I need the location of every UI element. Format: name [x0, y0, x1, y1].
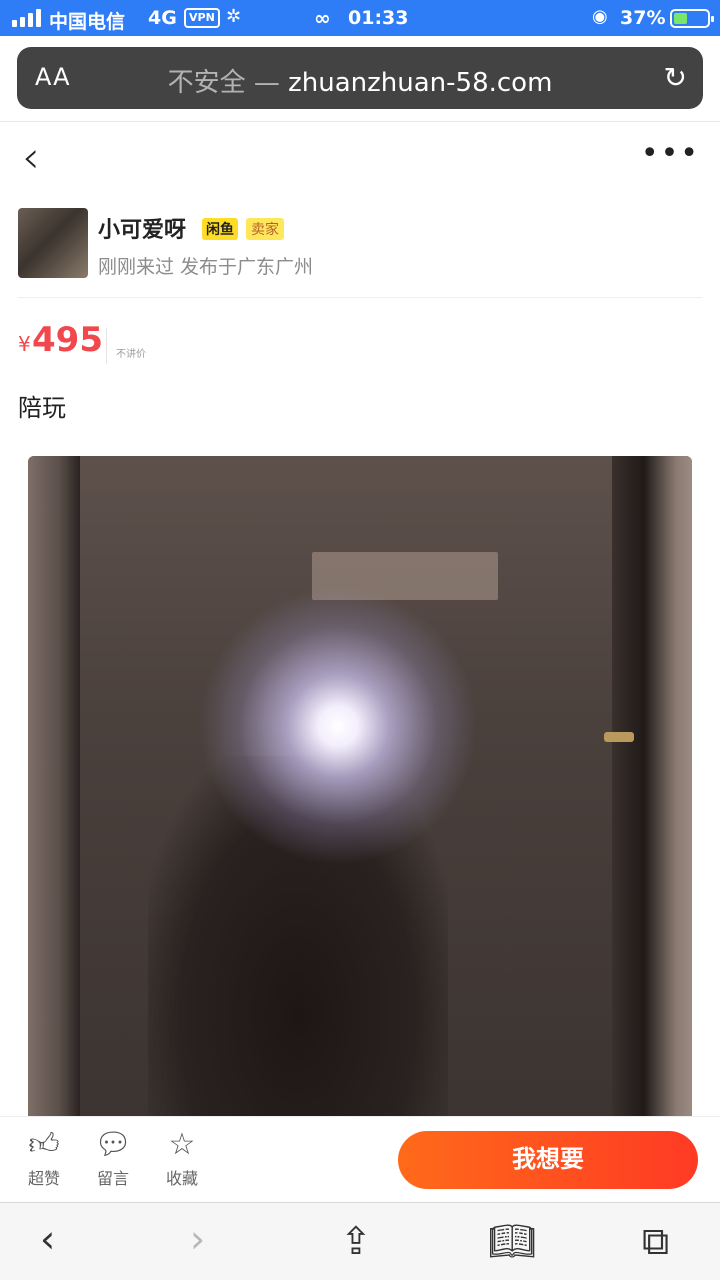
seller-meta: 刚刚来过 发布于广东广州: [98, 256, 314, 278]
vpn-badge: VPN: [184, 8, 220, 28]
camera-flash-flare: [198, 586, 478, 866]
book-icon[interactable]: 📖︎: [488, 1221, 536, 1261]
status-bar: 中国电信 4G VPN ✲ ∞ 01:33 ◉ 37%: [0, 0, 720, 36]
chat-bubble-icon: 💬︎: [93, 1127, 133, 1162]
door-handle: [604, 732, 634, 742]
battery-percent: 37%: [620, 7, 666, 29]
listing-title: 陪玩: [18, 394, 66, 422]
battery-icon: [670, 9, 714, 28]
action-bar: 👍︎ 超赞 💬︎ 留言 ☆ 收藏 我想要: [0, 1116, 720, 1202]
bargain-note: 不讲价: [116, 349, 146, 360]
like-label: 超赞: [27, 1169, 60, 1188]
star-icon: ☆: [168, 1127, 196, 1162]
page: 中国电信 4G VPN ✲ ∞ 01:33 ◉ 37% AA 不安全 — zhu…: [0, 0, 720, 1280]
favorite-label: 收藏: [165, 1169, 198, 1188]
seller-name[interactable]: 小可爱呀: [98, 212, 186, 244]
door-frame-left: [28, 456, 80, 1126]
want-button[interactable]: 我想要: [398, 1131, 698, 1189]
thumbs-up-icon: 👍︎: [28, 1127, 60, 1162]
share-icon[interactable]: ⇪: [340, 1221, 372, 1261]
url-domain: zhuanzhuan-58.com: [288, 68, 553, 98]
link-icon: ∞: [314, 6, 331, 30]
avatar[interactable]: [18, 208, 88, 278]
network-type: 4G: [148, 7, 177, 29]
reload-icon[interactable]: ↻: [664, 61, 687, 94]
browser-forward-icon[interactable]: ›: [190, 1219, 205, 1259]
page-header: ‹ •••: [0, 130, 720, 190]
carrier-name: 中国电信: [49, 11, 126, 33]
status-time: 01:33: [348, 7, 409, 29]
insecure-label: 不安全 —: [167, 68, 280, 98]
like-button[interactable]: 👍︎ 超赞: [14, 1129, 74, 1189]
browser-address-area: AA 不安全 — zhuanzhuan-58.com ↻: [0, 36, 720, 122]
comment-button[interactable]: 💬︎ 留言: [83, 1129, 143, 1189]
signal-icon: [12, 9, 41, 27]
browser-back-icon[interactable]: ‹: [40, 1219, 55, 1259]
more-dots-icon[interactable]: •••: [641, 136, 700, 171]
seller-role-badge: 卖家: [246, 218, 284, 240]
url-display[interactable]: 不安全 — zhuanzhuan-58.com: [17, 62, 703, 99]
product-photo[interactable]: [28, 456, 692, 1126]
browser-toolbar: ‹ › ⇪ 📖︎ ⧉: [0, 1202, 720, 1280]
door-frame-right: [612, 456, 692, 1126]
seller-info[interactable]: 小可爱呀 闲鱼 卖家 刚刚来过 发布于广东广州: [18, 208, 702, 298]
price: 495: [32, 320, 103, 360]
loading-icon: ✲: [226, 6, 242, 27]
currency-symbol: ¥: [18, 332, 31, 356]
tabs-icon[interactable]: ⧉: [642, 1221, 669, 1261]
favorite-button[interactable]: ☆ 收藏: [152, 1129, 212, 1189]
address-bar[interactable]: AA 不安全 — zhuanzhuan-58.com ↻: [17, 47, 703, 109]
price-row: ¥ 495 不讲价: [18, 318, 702, 366]
xianyu-badge: 闲鱼: [202, 218, 238, 240]
comment-label: 留言: [96, 1169, 129, 1188]
back-icon[interactable]: ‹: [22, 136, 40, 180]
price-divider: [106, 328, 107, 364]
rotation-lock-icon: ◉: [592, 6, 608, 27]
